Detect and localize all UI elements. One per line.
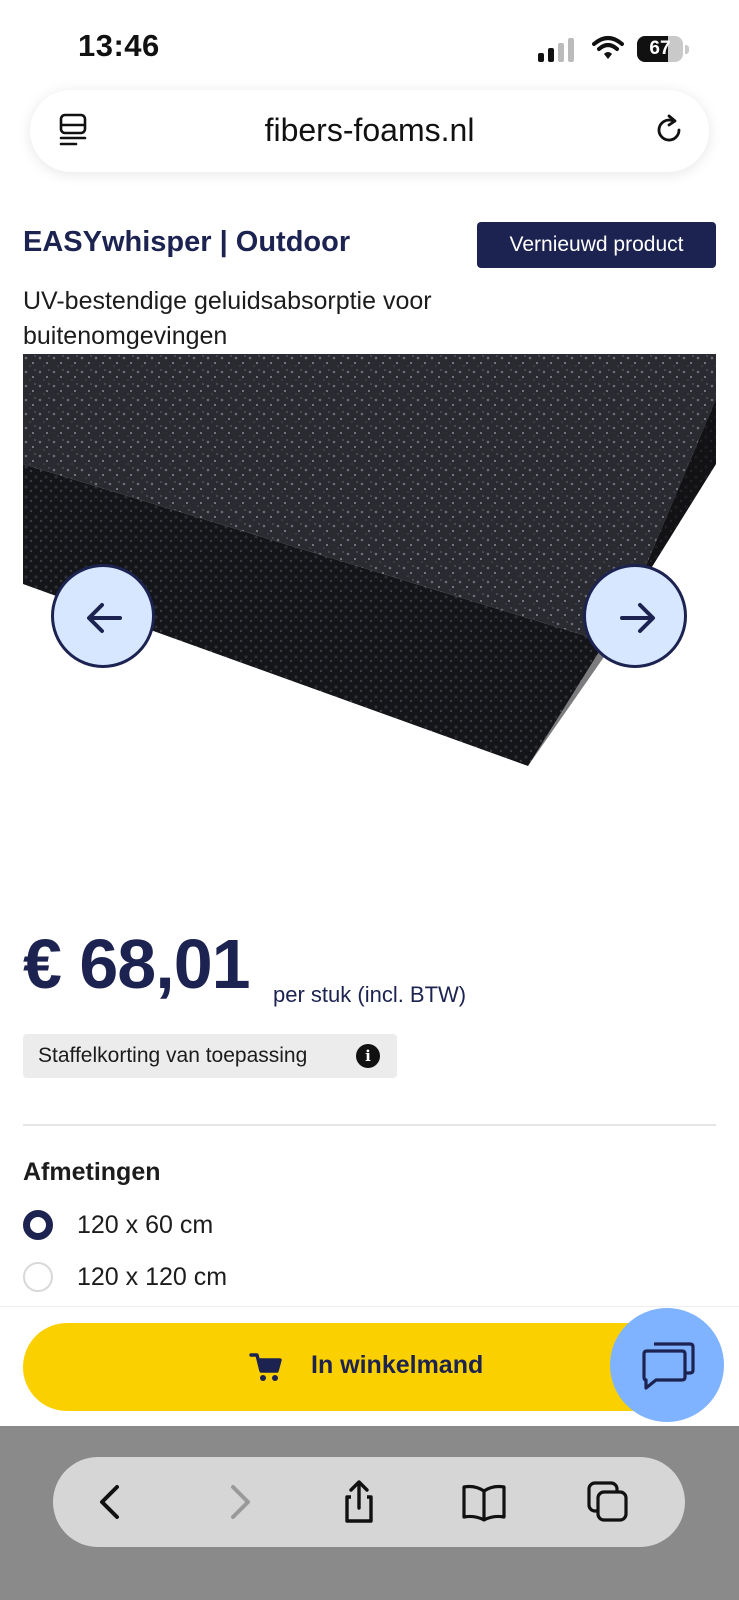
dimension-option-label: 120 x 120 cm	[77, 1263, 228, 1291]
signal-icon	[538, 38, 578, 62]
tier-discount-label: Staffelkorting van toepassing	[38, 1044, 308, 1067]
back-icon[interactable]	[89, 1479, 135, 1525]
bookmarks-icon[interactable]	[461, 1479, 507, 1525]
cart-icon	[249, 1351, 283, 1383]
browser-toolbar	[53, 1457, 685, 1547]
product-price: € 68,01	[23, 925, 251, 1003]
share-icon[interactable]	[336, 1479, 382, 1525]
add-to-cart-button[interactable]: In winkelmand	[23, 1323, 703, 1411]
address-bar[interactable]: fibers-foams.nl	[30, 90, 709, 172]
dimension-option-label: 120 x 60 cm	[77, 1211, 214, 1239]
battery-icon: 67	[637, 36, 689, 62]
price-note: per stuk (incl. BTW)	[273, 982, 467, 1007]
radio-selected[interactable]	[23, 1210, 53, 1240]
url-text[interactable]: fibers-foams.nl	[30, 112, 709, 149]
dimensions-title: Afmetingen	[23, 1158, 161, 1186]
reload-icon[interactable]	[651, 112, 687, 148]
wifi-icon	[592, 34, 624, 62]
arrow-left-icon	[87, 603, 122, 633]
info-icon[interactable]: i	[356, 1044, 380, 1068]
browser-bottom-bar	[0, 1426, 739, 1600]
renewed-product-badge: Vernieuwd product	[477, 222, 716, 268]
forward-icon[interactable]	[215, 1479, 261, 1525]
chat-button[interactable]	[610, 1308, 724, 1422]
radio-unselected[interactable]	[23, 1262, 53, 1292]
previous-image-button[interactable]	[51, 564, 155, 668]
next-image-button[interactable]	[583, 564, 687, 668]
product-subtitle: UV-bestendige geluidsabsorptie voor buit…	[23, 287, 432, 350]
add-to-cart-label: In winkelmand	[311, 1351, 484, 1379]
divider	[23, 1124, 716, 1126]
arrow-right-icon	[620, 603, 655, 633]
battery-level: 67	[649, 38, 671, 59]
status-bar: 13:46 67	[0, 0, 739, 88]
tabs-icon[interactable]	[585, 1479, 631, 1525]
product-title: EASYwhisper | Outdoor	[23, 226, 351, 258]
status-time: 13:46	[78, 28, 160, 63]
chat-icon	[642, 1342, 695, 1390]
tier-discount-badge[interactable]: Staffelkorting van toepassing i	[23, 1034, 397, 1078]
